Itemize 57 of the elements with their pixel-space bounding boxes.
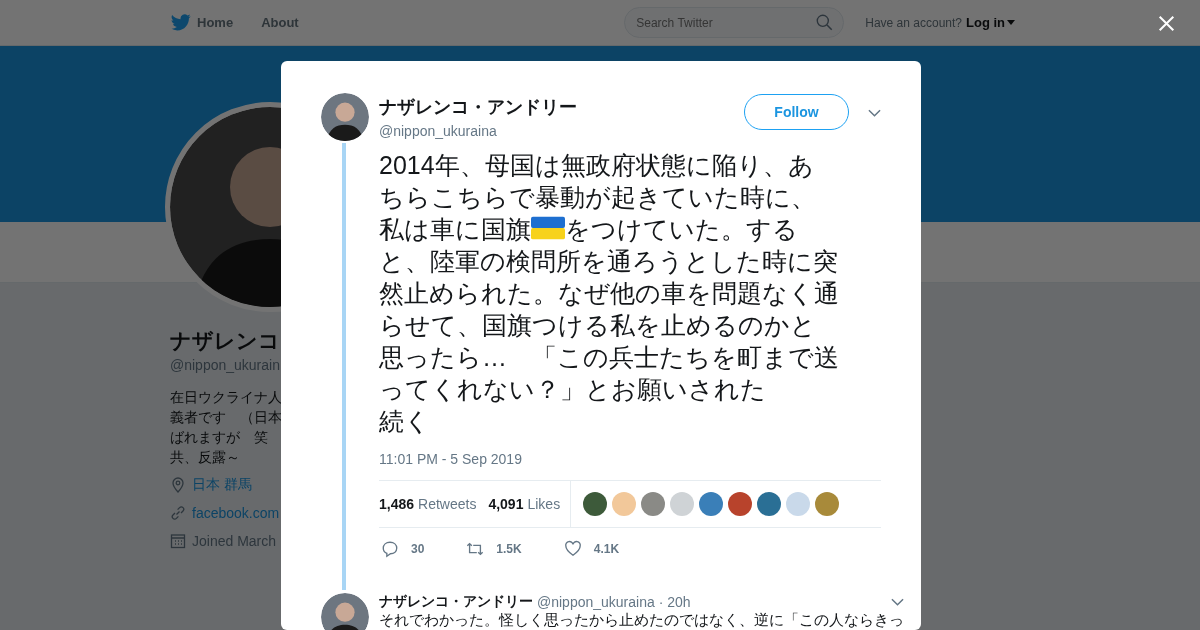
profile-handle: @nippon_ukurain <box>170 357 281 373</box>
tweet-timestamp[interactable]: 11:01 PM - 5 Sep 2019 <box>379 451 881 467</box>
liker-avatar[interactable] <box>699 492 724 516</box>
joined-date: Joined March <box>192 533 277 549</box>
liker-avatar[interactable] <box>728 492 753 516</box>
bio-line: ばれますが 笑 <box>170 428 269 447</box>
follow-button[interactable]: Follow <box>744 94 849 130</box>
retweet-icon[interactable] <box>466 540 485 558</box>
tweet-text: と、陸軍の検問所を通ろうとした時に突 <box>379 247 838 275</box>
tweet-text: 思ったら… 「この兵士たちを町まで送 <box>379 343 839 371</box>
reply-text: それでわかった。怪しく思ったから止めたのではなく、逆に「この人ならきっ <box>379 612 904 629</box>
avatar[interactable] <box>321 93 369 141</box>
author-name[interactable]: ナザレンコ・アンドリー <box>379 593 533 611</box>
tweet-text: 然止められた。なぜ他の車を問題なく通 <box>379 279 839 307</box>
tweet-time[interactable]: · 20h <box>658 594 691 610</box>
tweet-text: 私は車に国旗 <box>379 215 531 243</box>
search-field[interactable]: Search Twitter <box>624 7 845 38</box>
author-handle[interactable]: @nippon_ukuraina <box>537 594 655 610</box>
like-count[interactable]: 4,091 <box>488 496 524 512</box>
chevron-icon[interactable] <box>891 598 904 606</box>
location-icon <box>170 477 186 493</box>
retweet-count[interactable]: 1,486 <box>379 496 415 512</box>
tweet-text: らせて、国旗つける私を止めるのかと <box>379 311 816 339</box>
liker-avatar[interactable] <box>583 492 608 516</box>
bio-line: 共、反露～ <box>170 448 241 467</box>
tweet-text: 2014年、母国は無政府状態に陥り、あ <box>379 151 814 179</box>
flag-icon <box>531 216 565 240</box>
tweet-text: 続く <box>379 407 430 435</box>
tweet-text: ってくれない？」とお願いされた <box>379 375 766 403</box>
heart-icon[interactable] <box>563 540 582 558</box>
liker-avatar[interactable] <box>757 492 782 516</box>
retweet-count: 1.5K <box>496 542 522 556</box>
author-name[interactable]: ナザレンコ・アンドリー <box>379 95 744 119</box>
avatar[interactable] <box>321 593 369 630</box>
reply-icon[interactable] <box>381 540 399 558</box>
calendar-icon <box>170 533 186 549</box>
author-handle[interactable]: @nippon_ukuraina <box>379 123 744 139</box>
search-icon[interactable] <box>816 14 834 31</box>
tweet-text: ちらこちらで暴動が起きていた時に、 <box>379 183 816 211</box>
liker-avatar[interactable] <box>815 492 840 516</box>
profile-name: ナザレンコ <box>170 328 281 354</box>
like-count: 4.1K <box>593 542 620 556</box>
login-link[interactable]: Log in <box>966 15 1005 30</box>
bio-line: 義者です （日本 <box>170 408 281 427</box>
likes-label[interactable]: Likes <box>527 496 561 512</box>
home-link[interactable]: Home <box>197 15 234 30</box>
link-icon <box>170 505 186 521</box>
account-prompt: Have an account? <box>865 15 962 30</box>
caret-icon[interactable] <box>1007 20 1015 25</box>
bio-line: 在日ウクライナ人 <box>170 388 281 407</box>
reply-count: 30 <box>411 542 425 556</box>
retweets-label[interactable]: Retweets <box>418 496 477 512</box>
about-link[interactable]: About <box>261 15 299 30</box>
close-icon[interactable] <box>1158 15 1175 32</box>
chevron-icon[interactable] <box>868 109 881 117</box>
liker-avatar[interactable] <box>641 492 666 516</box>
tweet-text: をつけていた。する <box>565 215 798 243</box>
